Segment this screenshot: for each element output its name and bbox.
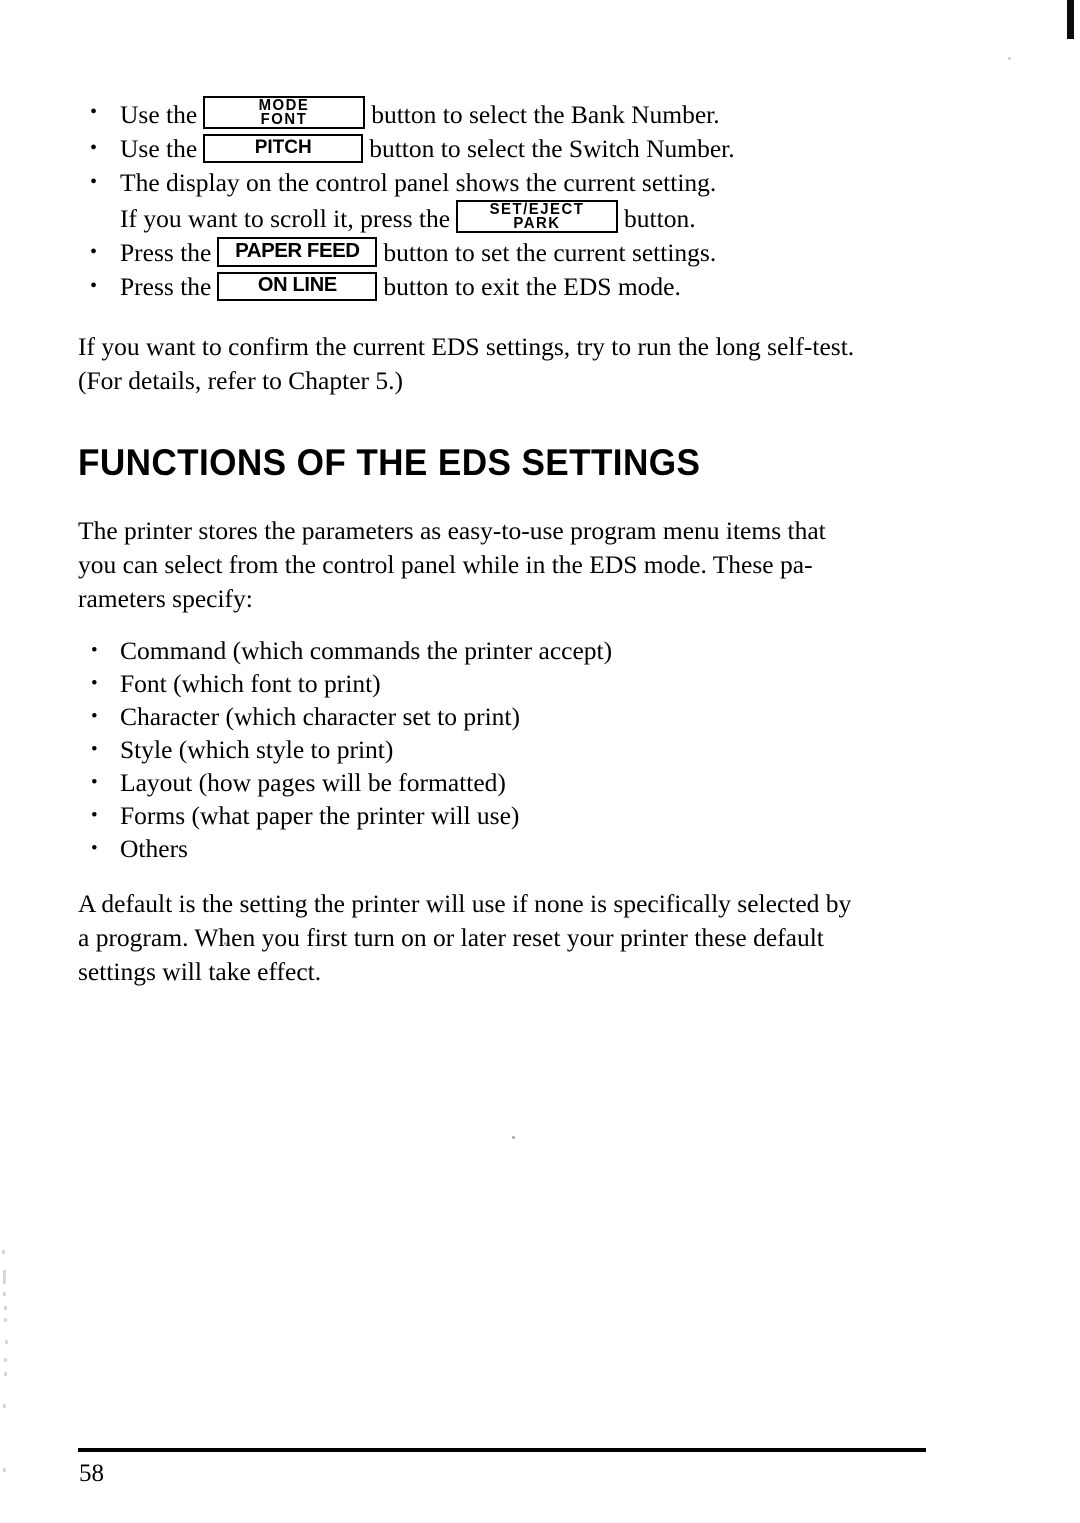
list-item-bank-number: Use theMODEFONTbutton to select the Bank… [78,95,946,132]
on-line-button[interactable]: ON LINE [217,272,378,301]
on-line-button-label: ON LINE [257,274,337,296]
default-settings-paragraph: A default is the setting the printer wil… [78,887,946,989]
instruction-line: Use the PITCH button to select the Switch … [120,132,946,166]
mode-font-button[interactable]: MODE FONT [203,96,366,129]
confirm-settings-paragraph: If you want to confirm the current EDS s… [78,330,946,398]
scan-speckle [2,1250,5,1254]
instruction-text-before: Use the [120,100,198,129]
instruction-text-after: button. [624,204,696,233]
list-item: Forms (what paper the printer will use) [78,799,946,832]
pitch-button[interactable]: PITCH [203,134,364,163]
scan-speckle [3,1270,6,1284]
paragraph-line: (For details, refer to Chapter 5.) [78,366,404,395]
section-heading: FUNCTIONS OF THE EDS SETTINGS [78,442,701,483]
intro-paragraph: The printer stores the parameters as eas… [78,514,946,616]
instruction-text-before: Press the [120,272,212,301]
list-item-display-scroll: The display on the control panel shows t… [78,165,946,236]
list-item-exit-eds: Press the ON LINE button to exit the EDS m… [78,269,946,304]
instruction-text-after: button to select the Bank Number. [371,100,720,129]
page-number: 58 [79,1460,104,1487]
paragraph-line: a program. When you first turn on or lat… [78,923,824,952]
scan-speckle [3,1468,6,1472]
footer-divider [78,1448,926,1452]
set-eject-park-button-label-line2: PARK [513,215,561,232]
instruction-line: Press the ON LINE button to exit the EDS m… [120,270,946,304]
paragraph-line: If you want to confirm the current EDS s… [78,332,855,361]
scan-speckle [4,1372,7,1376]
eds-instructions-list: Use theMODEFONTbutton to select the Bank… [78,95,946,304]
list-item: Style (which style to print) [78,733,946,766]
set-eject-park-button[interactable]: SET/EJECT PARK [456,200,619,233]
scan-dust [1008,57,1011,60]
instruction-line: Press the PAPER FEED button to set the cur… [120,236,946,270]
scan-edge-mark [1067,0,1074,39]
paragraph-line: A default is the setting the printer wil… [78,889,852,918]
pitch-button-label: PITCH [254,137,312,158]
list-item: Others [78,832,946,865]
instruction-text-after: button to select the Switch Number. [369,134,735,163]
scan-speckle [5,1340,8,1344]
paragraph-line: The printer stores the parameters as eas… [78,516,826,545]
scan-speckle [3,1292,6,1296]
scan-speckle [4,1358,7,1362]
scan-speckle [4,1318,7,1322]
instruction-text-after: button to set the current settings. [383,238,717,267]
paper-feed-button[interactable]: PAPER FEED [217,237,378,267]
list-item: Font (which font to print) [78,667,946,700]
list-item: Character (which character set to print) [78,700,946,733]
list-item-set-settings: Press the PAPER FEED button to set the cur… [78,235,946,270]
instruction-line: The display on the control panel shows t… [120,166,946,200]
scan-speckle [3,1404,6,1408]
paragraph-line: rameters specify: [78,584,253,613]
list-item: Command (which commands the printer acce… [78,634,946,667]
document-page: Use theMODEFONTbutton to select the Bank… [0,0,1080,1523]
parameters-list: Command (which commands the printer acce… [78,634,946,865]
instruction-text-before: Press the [120,238,212,267]
paper-feed-button-label: PAPER FEED [235,239,360,262]
page-content: Use theMODEFONTbutton to select the Bank… [78,95,946,989]
instruction-text-before: The display on the control panel shows t… [120,168,717,197]
list-item-switch-number: Use the PITCH button to select the Switch … [78,131,946,166]
mode-font-button-label-line2: FONT [260,111,308,128]
instruction-line: Use theMODEFONTbutton to select the Bank… [120,96,946,132]
list-item: Layout (how pages will be formatted) [78,766,946,799]
paragraph-line: you can select from the control panel wh… [78,550,813,579]
scan-speckle [4,1306,7,1310]
scan-dust [512,1136,515,1139]
instruction-line: If you want to scroll it, press the SET/E… [120,200,946,236]
instruction-text-after: button to exit the EDS mode. [383,272,681,301]
instruction-text-before: Use the [120,134,198,163]
instruction-text-before: If you want to scroll it, press the [120,204,451,233]
paragraph-line: settings will take effect. [78,957,322,986]
